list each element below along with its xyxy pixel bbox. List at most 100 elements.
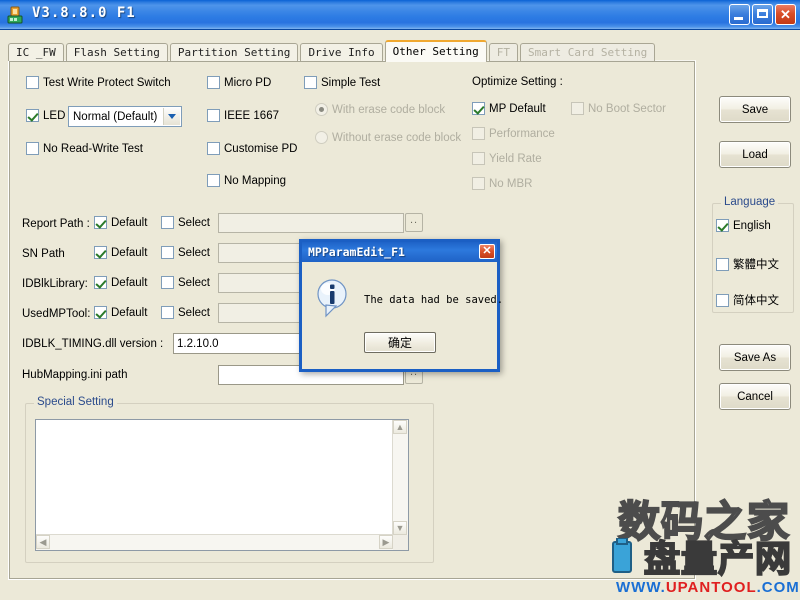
checkbox-idblklibrary-select[interactable]: Select bbox=[161, 276, 210, 289]
led-mode-value: Normal (Default) bbox=[73, 110, 158, 123]
checkbox-label: Default bbox=[111, 276, 148, 289]
chevron-down-icon[interactable] bbox=[163, 108, 180, 125]
checkbox-yield-rate: Yield Rate bbox=[472, 152, 542, 165]
checkbox-box bbox=[161, 276, 174, 289]
horizontal-scrollbar[interactable]: ◀ ▶ bbox=[36, 534, 393, 550]
checkbox-label: Performance bbox=[489, 127, 555, 140]
checkbox-box bbox=[94, 216, 107, 229]
tab-ic-fw[interactable]: IC _FW bbox=[8, 43, 64, 61]
checkbox-label: Customise PD bbox=[224, 142, 298, 155]
checkbox-label: Simple Test bbox=[321, 76, 381, 89]
watermark-url-domain: UPANTOOL bbox=[665, 579, 757, 596]
tab-drive-info[interactable]: Drive Info bbox=[300, 43, 383, 61]
checkbox-led[interactable]: LED bbox=[26, 109, 65, 122]
tab-bar: IC _FW Flash Setting Partition Setting D… bbox=[8, 40, 657, 62]
checkbox-label: Select bbox=[178, 276, 210, 289]
dialog-body: The data had be saved. 确定 bbox=[302, 262, 503, 369]
minimize-button[interactable] bbox=[729, 4, 750, 25]
checkbox-label: Default bbox=[111, 246, 148, 259]
close-icon: ✕ bbox=[482, 245, 492, 257]
dialog-close-button[interactable]: ✕ bbox=[479, 244, 495, 259]
dialog-message: The data had be saved. bbox=[364, 294, 504, 306]
checkbox-box bbox=[94, 246, 107, 259]
checkbox-idblklibrary-default[interactable]: Default bbox=[94, 276, 147, 289]
checkbox-label: Yield Rate bbox=[489, 152, 542, 165]
checkbox-sn-path-default[interactable]: Default bbox=[94, 246, 147, 259]
checkbox-box bbox=[94, 306, 107, 319]
checkbox-label: IEEE 1667 bbox=[224, 109, 279, 122]
checkbox-label: Select bbox=[178, 216, 210, 229]
radio-label: Without erase code block bbox=[332, 131, 462, 144]
checkbox-box bbox=[161, 306, 174, 319]
checkbox-label: Select bbox=[178, 306, 210, 319]
tab-flash-setting[interactable]: Flash Setting bbox=[65, 43, 168, 61]
checkbox-box bbox=[94, 276, 107, 289]
checkbox-ieee-1667[interactable]: IEEE 1667 bbox=[207, 109, 279, 122]
checkbox-label: MP Default bbox=[489, 102, 546, 115]
dialog-ok-button[interactable]: 确定 bbox=[364, 332, 436, 353]
checkbox-language-simplified-chinese[interactable]: 简体中文 bbox=[716, 292, 779, 308]
message-dialog: MPParamEdit_F1 ✕ The data had be saved. … bbox=[299, 239, 503, 372]
vertical-scrollbar[interactable]: ▲ ▼ bbox=[392, 420, 408, 535]
checkbox-box bbox=[207, 109, 220, 122]
cancel-button[interactable]: Cancel bbox=[719, 383, 791, 410]
checkbox-no-read-write-test[interactable]: No Read-Write Test bbox=[26, 142, 143, 155]
label-idblk-timing-dll-version: IDBLK_TIMING.dll version : bbox=[22, 338, 164, 350]
scroll-down-icon[interactable]: ▼ bbox=[393, 521, 407, 535]
checkbox-label: Default bbox=[111, 306, 148, 319]
tab-partition-setting[interactable]: Partition Setting bbox=[169, 43, 299, 61]
checkbox-mp-default[interactable]: MP Default bbox=[472, 102, 546, 115]
scroll-up-icon[interactable]: ▲ bbox=[393, 420, 407, 434]
scroll-right-icon[interactable]: ▶ bbox=[379, 535, 393, 549]
checkbox-label: 繁體中文 bbox=[733, 259, 779, 271]
maximize-button[interactable] bbox=[752, 4, 773, 25]
checkbox-label: Select bbox=[178, 246, 210, 259]
checkbox-simple-test[interactable]: Simple Test bbox=[304, 76, 380, 89]
dialog-title-bar: MPParamEdit_F1 ✕ bbox=[302, 242, 497, 262]
save-button[interactable]: Save bbox=[719, 96, 791, 123]
checkbox-sn-path-select[interactable]: Select bbox=[161, 246, 210, 259]
checkbox-box bbox=[472, 177, 485, 190]
checkbox-language-traditional-chinese[interactable]: 繁體中文 bbox=[716, 256, 779, 272]
checkbox-test-write-protect-switch[interactable]: Test Write Protect Switch bbox=[26, 76, 171, 89]
checkbox-label: No Mapping bbox=[224, 174, 287, 187]
save-as-button[interactable]: Save As bbox=[719, 344, 791, 371]
checkbox-performance: Performance bbox=[472, 127, 555, 140]
checkbox-label: No Boot Sector bbox=[588, 102, 666, 115]
checkbox-box bbox=[716, 219, 729, 232]
checkbox-box bbox=[26, 76, 39, 89]
checkbox-label: Test Write Protect Switch bbox=[43, 76, 171, 89]
checkbox-box bbox=[26, 142, 39, 155]
checkbox-box bbox=[472, 127, 485, 140]
checkbox-label: English bbox=[733, 219, 771, 232]
radio-label: With erase code block bbox=[332, 103, 446, 116]
dialog-title: MPParamEdit_F1 bbox=[308, 245, 405, 259]
checkbox-report-path-default[interactable]: Default bbox=[94, 216, 147, 229]
checkbox-language-english[interactable]: English bbox=[716, 219, 771, 232]
checkbox-customise-pd[interactable]: Customise PD bbox=[207, 142, 298, 155]
close-icon: ✕ bbox=[780, 7, 791, 22]
close-button[interactable]: ✕ bbox=[775, 4, 796, 25]
led-mode-combobox[interactable]: Normal (Default) bbox=[68, 106, 182, 127]
tab-other-setting[interactable]: Other Setting bbox=[384, 40, 487, 62]
checkbox-micro-pd[interactable]: Micro PD bbox=[207, 76, 271, 89]
tab-ft: FT bbox=[488, 43, 519, 61]
label-report-path: Report Path : bbox=[22, 218, 90, 230]
checkbox-no-mapping[interactable]: No Mapping bbox=[207, 174, 286, 187]
app-icon bbox=[7, 6, 23, 24]
checkbox-usedmptool-default[interactable]: Default bbox=[94, 306, 147, 319]
browse-report-path-button[interactable]: .. bbox=[405, 213, 423, 232]
load-button[interactable]: Load bbox=[719, 141, 791, 168]
special-setting-textarea[interactable]: ▲ ▼ ◀ ▶ bbox=[35, 419, 409, 551]
checkbox-box bbox=[716, 257, 729, 271]
checkbox-usedmptool-select[interactable]: Select bbox=[161, 306, 210, 319]
watermark-url: WWW.UPANTOOL.COM bbox=[616, 579, 800, 596]
watermark-url-prefix: WWW. bbox=[616, 579, 666, 596]
checkbox-report-path-select[interactable]: Select bbox=[161, 216, 210, 229]
checkbox-box bbox=[472, 152, 485, 165]
input-report-path[interactable] bbox=[218, 213, 404, 233]
application-window: V3.8.8.0 F1 ✕ IC _FW Flash Setting Parti… bbox=[0, 0, 800, 600]
scroll-left-icon[interactable]: ◀ bbox=[36, 535, 50, 549]
checkbox-no-mbr: No MBR bbox=[472, 177, 532, 190]
window-title: V3.8.8.0 F1 bbox=[32, 5, 136, 21]
